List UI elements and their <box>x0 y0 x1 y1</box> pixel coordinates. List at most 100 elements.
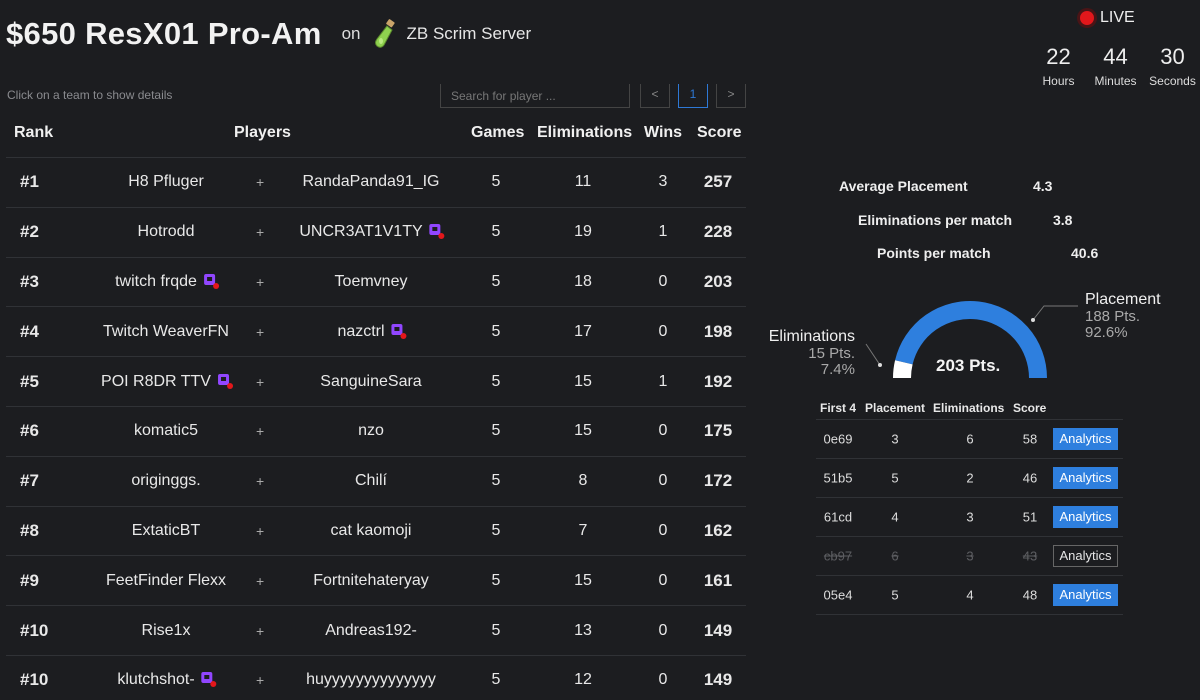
plus-icon: + <box>256 572 265 589</box>
match-score: 58 <box>1022 431 1038 447</box>
stat-value: 40.6 <box>1071 245 1099 261</box>
team-rank: #4 <box>20 321 39 341</box>
plus-icon: + <box>256 323 265 340</box>
match-row: 51b5 5 2 46 Analytics <box>816 459 1123 498</box>
team-score: 175 <box>703 421 733 441</box>
player-name: Fortnitehateryay <box>313 571 429 589</box>
player-one: Twitch WeaverFN <box>103 323 229 341</box>
match-id: cb97 <box>823 548 853 564</box>
live-label: LIVE <box>1100 9 1135 26</box>
col-score: Score <box>697 124 742 141</box>
team-eliminations: 19 <box>574 223 592 241</box>
page-title: $650 ResX01 Pro-Am <box>6 16 322 51</box>
analytics-button[interactable]: Analytics <box>1053 428 1118 450</box>
table-row[interactable]: #6 komatic5 + nzo 5 15 0 175 <box>6 405 746 456</box>
team-games: 5 <box>491 223 501 241</box>
match-score: 51 <box>1022 509 1038 525</box>
table-row[interactable]: #5 POI R8DR TTV + SanguineSara 5 15 1 192 <box>6 356 746 406</box>
team-rank: #7 <box>20 471 39 491</box>
next-page-button[interactable]: > <box>716 84 746 108</box>
team-score: 257 <box>703 172 733 192</box>
countdown-value: 22 <box>1046 44 1071 69</box>
team-eliminations: 15 <box>574 372 592 390</box>
team-games: 5 <box>491 671 501 689</box>
player-one: klutchshot- <box>117 671 217 689</box>
twitch-live-icon[interactable] <box>201 672 217 688</box>
table-row[interactable]: #2 Hotrodd + UNCR3AT1V1TY 5 19 1 228 <box>6 206 746 257</box>
gauge-eliminations-arc <box>893 360 913 379</box>
table-row[interactable]: #10 klutchshot- + huyyyyyyyyyyyyyy 5 12 0 149 <box>6 654 746 700</box>
analytics-button[interactable]: Analytics <box>1053 506 1118 528</box>
twitch-live-icon[interactable] <box>429 224 445 240</box>
server-name[interactable]: ZB Scrim Server <box>407 24 532 44</box>
countdown-label: Seconds <box>1149 74 1196 88</box>
player-two: cat kaomoji <box>331 522 412 540</box>
player-name: ExtaticBT <box>131 521 201 539</box>
eliminations-leader-line <box>865 343 881 366</box>
analytics-button[interactable]: Analytics <box>1053 545 1118 567</box>
team-wins: 0 <box>658 521 668 539</box>
player-name: Toemvney <box>334 272 408 290</box>
team-eliminations: 7 <box>578 521 588 539</box>
stat-label: Average Placement <box>839 178 968 194</box>
matches-header: First 4 Placement Eliminations Score <box>816 398 1123 420</box>
player-name: Chilí <box>354 472 388 490</box>
table-row[interactable]: #7 originggs. + Chilí 5 8 0 172 <box>6 455 746 506</box>
player-two: nzo <box>358 422 384 440</box>
match-id: 05e4 <box>823 587 853 603</box>
player-name: komatic5 <box>133 422 199 440</box>
potion-icon <box>373 19 399 49</box>
player-name: cat kaomoji <box>330 521 412 539</box>
twitch-live-icon[interactable] <box>217 373 233 389</box>
team-wins: 1 <box>658 372 668 390</box>
player-search-input[interactable] <box>440 84 630 108</box>
player-name: twitch frqde <box>115 272 197 290</box>
player-one: twitch frqde <box>115 272 219 291</box>
player-one: POI R8DR TTV <box>101 373 233 391</box>
table-row[interactable]: #4 Twitch WeaverFN + nazctrl 5 17 0 198 <box>6 306 746 356</box>
plus-icon: + <box>256 522 265 539</box>
table-row[interactable]: #9 FeetFinder Flexx + Fortnitehateryay 5 15 0 1… <box>6 555 746 605</box>
legend-eliminations: Eliminations 15 Pts. 7.4% <box>765 328 855 378</box>
plus-icon: + <box>256 174 265 191</box>
plus-icon: + <box>256 672 265 689</box>
prev-page-button[interactable]: < <box>640 84 670 108</box>
team-score: 192 <box>703 371 733 391</box>
team-eliminations: 11 <box>574 173 592 191</box>
match-placement: 5 <box>891 470 899 486</box>
plus-icon: + <box>256 273 265 290</box>
plus-icon: + <box>256 423 265 440</box>
twitch-live-icon[interactable] <box>203 273 219 289</box>
table-row[interactable]: #3 twitch frqde + Toemvney 5 18 0 203 <box>6 256 746 307</box>
page-header: $650 ResX01 Pro-Am on ZB Scrim Server <box>6 16 531 52</box>
team-rank: #3 <box>20 271 39 291</box>
team-wins: 1 <box>658 223 668 241</box>
stat-value: 3.8 <box>1053 212 1073 228</box>
team-eliminations: 18 <box>574 272 592 290</box>
team-rank: #2 <box>20 222 39 242</box>
twitch-live-icon[interactable] <box>391 323 407 339</box>
player-name: Twitch WeaverFN <box>103 322 229 340</box>
match-eliminations: 6 <box>966 431 974 447</box>
table-row[interactable]: #8 ExtaticBT + cat kaomoji 5 7 0 162 <box>6 505 746 556</box>
current-page-button[interactable]: 1 <box>678 84 708 108</box>
analytics-button[interactable]: Analytics <box>1053 584 1118 606</box>
team-eliminations: 8 <box>578 472 588 490</box>
team-eliminations: 15 <box>574 571 592 589</box>
countdown: 22 Hours 44 Minutes 30 Seconds <box>1030 44 1200 88</box>
col-match-id: First 4 <box>820 401 857 415</box>
table-row[interactable]: #1 H8 Pfluger + RandaPanda91_IG 5 11 3 257 <box>6 157 746 207</box>
player-two: nazctrl <box>337 323 407 341</box>
match-id: 51b5 <box>823 470 853 486</box>
eliminations-leader-dot <box>878 363 882 367</box>
table-row[interactable]: #10 Rise1x + Andreas192- 5 13 0 149 <box>6 605 746 655</box>
player-two: Fortnitehateryay <box>313 572 429 590</box>
team-score: 228 <box>703 222 733 242</box>
team-games: 5 <box>491 173 501 191</box>
team-games: 5 <box>491 422 501 440</box>
match-score: 43 <box>1022 548 1038 564</box>
legend-placement-percent: 92.6% <box>1085 324 1128 341</box>
player-name: SanguineSara <box>320 372 422 390</box>
analytics-button[interactable]: Analytics <box>1053 467 1118 489</box>
team-wins: 0 <box>658 671 668 689</box>
